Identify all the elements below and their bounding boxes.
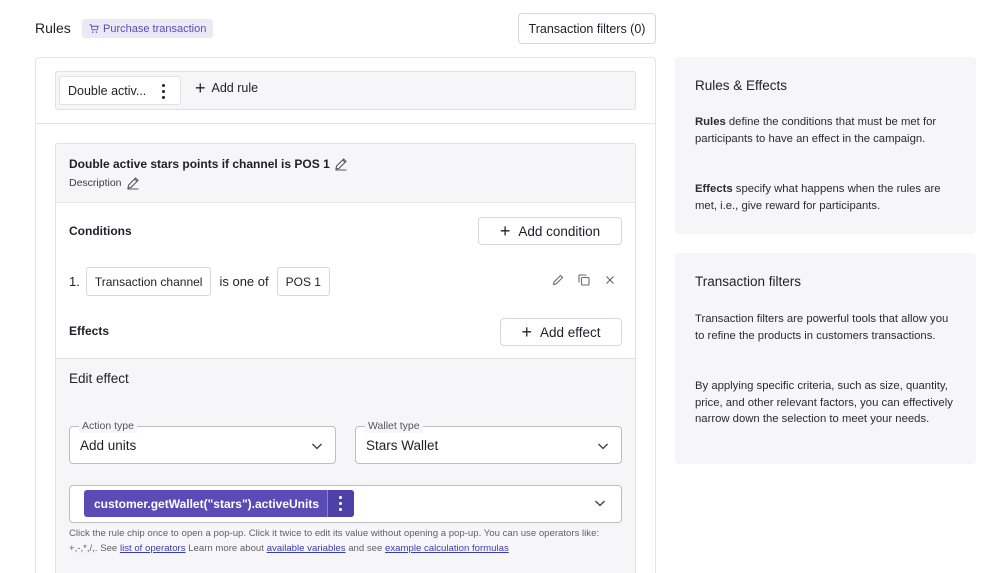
rule-tab-active[interactable]: Double activ... [59, 76, 181, 105]
add-rule-label: Add rule [211, 81, 259, 95]
rule-name: Double active stars points if channel is… [69, 157, 348, 171]
formula-chip-menu[interactable] [327, 490, 354, 517]
edit-effect-title: Edit effect [69, 371, 129, 386]
purchase-transaction-badge: Purchase transaction [82, 19, 214, 38]
info-effects-paragraph: Effects specify what happens when the ru… [695, 181, 957, 214]
condition-field-chip[interactable]: Transaction channel [85, 267, 212, 296]
action-type-label: Action type [79, 419, 137, 433]
rule-tab-label: Double activ... [68, 83, 147, 98]
transaction-filters-button[interactable]: Transaction filters (0) [518, 13, 656, 44]
formula-chip[interactable]: customer.getWallet("stars").activeUnits [84, 490, 354, 517]
condition-row: 1. Transaction channel is one of POS 1 [69, 267, 330, 296]
rules-text: define the conditions that must be met f… [695, 116, 937, 145]
formula-help-text: Click the rule chip once to open a pop-u… [69, 526, 629, 556]
cart-icon [89, 23, 99, 33]
chevron-down-icon [312, 443, 322, 450]
formulas-link[interactable]: example calculation formulas [385, 543, 509, 554]
wallet-type-select[interactable]: Wallet type Stars Wallet [355, 419, 622, 464]
chevron-down-icon[interactable] [594, 497, 606, 509]
effects-heading: Effects [69, 324, 110, 338]
wallet-type-value: Stars Wallet [366, 438, 439, 453]
add-rule-button[interactable]: + Add rule [195, 78, 259, 98]
help-text-part2: Learn more about [185, 543, 267, 554]
effects-term: Effects [695, 183, 733, 195]
condition-value-chip[interactable]: POS 1 [276, 267, 330, 296]
variables-link[interactable]: available variables [267, 543, 346, 554]
info-paragraph: Transaction filters are powerful tools t… [695, 313, 949, 342]
info-title: Transaction filters [695, 274, 802, 289]
badge-label: Purchase transaction [103, 22, 207, 35]
condition-operator[interactable]: is one of [217, 274, 270, 289]
add-effect-button[interactable]: + Add effect [500, 318, 622, 346]
plus-icon: + [195, 78, 206, 98]
rule-card-header [56, 144, 635, 203]
add-condition-button[interactable]: + Add condition [478, 217, 622, 245]
plus-icon: + [521, 322, 532, 342]
add-effect-label: Add effect [539, 324, 601, 340]
close-icon[interactable] [603, 273, 617, 287]
operators-link[interactable]: list of operators [120, 543, 186, 554]
plus-icon: + [499, 221, 511, 241]
effects-text: specify what happens when the rules are … [695, 183, 941, 212]
description-label: Description [69, 177, 122, 189]
pencil-icon[interactable] [551, 273, 565, 287]
add-condition-label: Add condition [518, 223, 601, 239]
condition-index: 1. [69, 274, 80, 289]
action-type-value: Add units [80, 438, 137, 453]
wallet-type-label: Wallet type [365, 419, 423, 433]
rule-name-text: Double active stars points if channel is… [69, 157, 330, 171]
help-text-part3: and see [345, 543, 386, 554]
action-type-select[interactable]: Action type Add units [69, 419, 336, 464]
rules-heading: Rules [35, 20, 71, 36]
info-title: Rules & Effects [695, 78, 788, 93]
divider [36, 123, 655, 124]
conditions-heading: Conditions [69, 224, 132, 238]
copy-icon[interactable] [577, 273, 591, 287]
chevron-down-icon [598, 443, 608, 450]
transaction-filters-info-panel: Transaction filters Transaction filters … [675, 253, 976, 464]
rule-description: Description [69, 176, 140, 190]
info-rules-paragraph: Rules define the conditions that must be… [695, 114, 957, 147]
info-paragraph: By applying specific criteria, such as s… [695, 380, 953, 426]
rules-term: Rules [695, 116, 726, 128]
pencil-icon[interactable] [334, 157, 348, 171]
formula-chip-text: customer.getWallet("stars").activeUnits [94, 496, 319, 511]
rules-effects-info-panel: Rules & Effects Rules define the conditi… [675, 57, 976, 234]
kebab-icon [339, 496, 343, 511]
pencil-icon[interactable] [126, 176, 140, 190]
kebab-icon[interactable] [162, 84, 166, 99]
condition-actions [551, 273, 617, 287]
